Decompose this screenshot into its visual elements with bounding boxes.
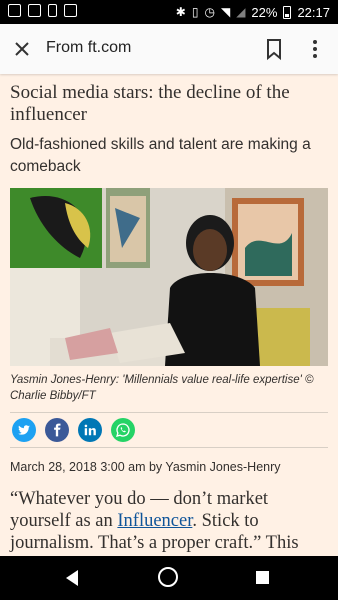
android-nav-bar: [0, 556, 338, 600]
battery-icon: [283, 5, 292, 19]
toolbar-title[interactable]: From ft.com: [46, 39, 131, 57]
more-vert-icon[interactable]: [303, 37, 327, 61]
facebook-icon: [54, 423, 61, 437]
whatsapp-share-button[interactable]: [111, 418, 135, 442]
whatsapp-icon: [116, 423, 130, 437]
back-icon[interactable]: [64, 569, 80, 592]
article-standfirst: Old-fashioned skills and talent are maki…: [10, 136, 311, 175]
article-photo: [10, 188, 328, 366]
battery-percent: 22%: [251, 4, 278, 20]
article-headline: Social media stars: the decline of the i…: [10, 82, 290, 125]
linkedin-icon: [84, 424, 96, 436]
bluetooth-icon: ✱: [175, 5, 186, 19]
notification-icons: [8, 4, 77, 17]
status-bar: ✱ ▯ ◷ ◥ ◢ 22% 22:17: [0, 0, 338, 24]
gallery-icon: [28, 4, 41, 17]
twitter-icon: [18, 425, 30, 435]
influencer-link[interactable]: Influencer: [117, 511, 192, 531]
system-icons: ✱ ▯ ◷ ◥ ◢ 22% 22:17: [176, 3, 330, 21]
article-body: “Whatever you do — don’t market yourself…: [10, 488, 328, 554]
battery-saver-icon: [48, 4, 57, 17]
alarm-icon: ◷: [204, 5, 215, 19]
screen-icon: [64, 4, 77, 17]
close-icon[interactable]: [10, 37, 34, 61]
article-byline: March 28, 2018 3:00 am by Yasmin Jones-H…: [10, 460, 281, 474]
bookmark-icon[interactable]: [262, 37, 286, 61]
image-icon: [8, 4, 21, 17]
photo-caption: Yasmin Jones-Henry: 'Millennials value r…: [10, 374, 314, 402]
signal-icon: ◢: [236, 5, 246, 19]
linkedin-share-button[interactable]: [78, 418, 102, 442]
vibrate-icon: ▯: [191, 5, 199, 19]
clock: 22:17: [297, 4, 330, 20]
share-bar: [10, 412, 328, 448]
wifi-icon: ◥: [220, 5, 231, 19]
twitter-share-button[interactable]: [12, 418, 36, 442]
facebook-share-button[interactable]: [45, 418, 69, 442]
article-header: Social media stars: the decline of the i…: [10, 74, 328, 178]
home-icon[interactable]: [158, 567, 178, 587]
custom-tab-toolbar: From ft.com: [0, 24, 338, 74]
recents-icon[interactable]: [256, 571, 269, 584]
